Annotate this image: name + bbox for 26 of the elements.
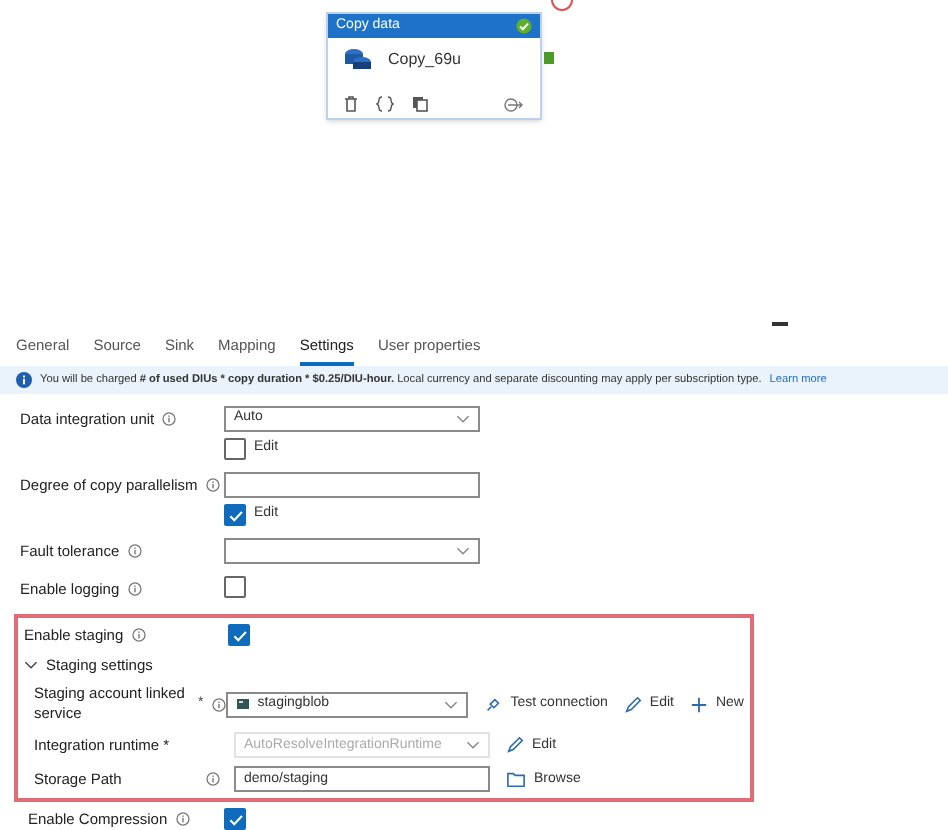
arrow-circle-icon[interactable] [504, 97, 524, 111]
checkbox[interactable] [228, 624, 250, 646]
pencil-icon [623, 695, 642, 714]
chevron-down-icon [466, 740, 480, 751]
chevron-down-icon [456, 546, 470, 556]
trash-icon[interactable] [344, 96, 358, 112]
database-icon [344, 48, 372, 72]
checkbox[interactable] [224, 576, 246, 598]
folder-icon [506, 770, 526, 789]
checkbox[interactable] [224, 504, 246, 526]
plug-icon [484, 695, 503, 714]
plus-icon [689, 695, 708, 714]
dropdown[interactable] [224, 538, 480, 564]
node-name: Copy_69u [388, 48, 461, 72]
pencil-icon [506, 736, 524, 755]
chevron-down-icon [444, 699, 459, 710]
panel-handle[interactable] [772, 322, 788, 326]
code-icon[interactable] [376, 96, 394, 112]
copy-icon[interactable] [412, 96, 428, 112]
chevron-icon [24, 660, 38, 671]
chevron-down-icon [456, 414, 470, 424]
checkbox[interactable] [224, 438, 246, 460]
input-field[interactable] [224, 472, 480, 498]
checkbox[interactable] [224, 808, 246, 830]
info-icon [16, 372, 32, 388]
storage-icon [235, 698, 250, 711]
